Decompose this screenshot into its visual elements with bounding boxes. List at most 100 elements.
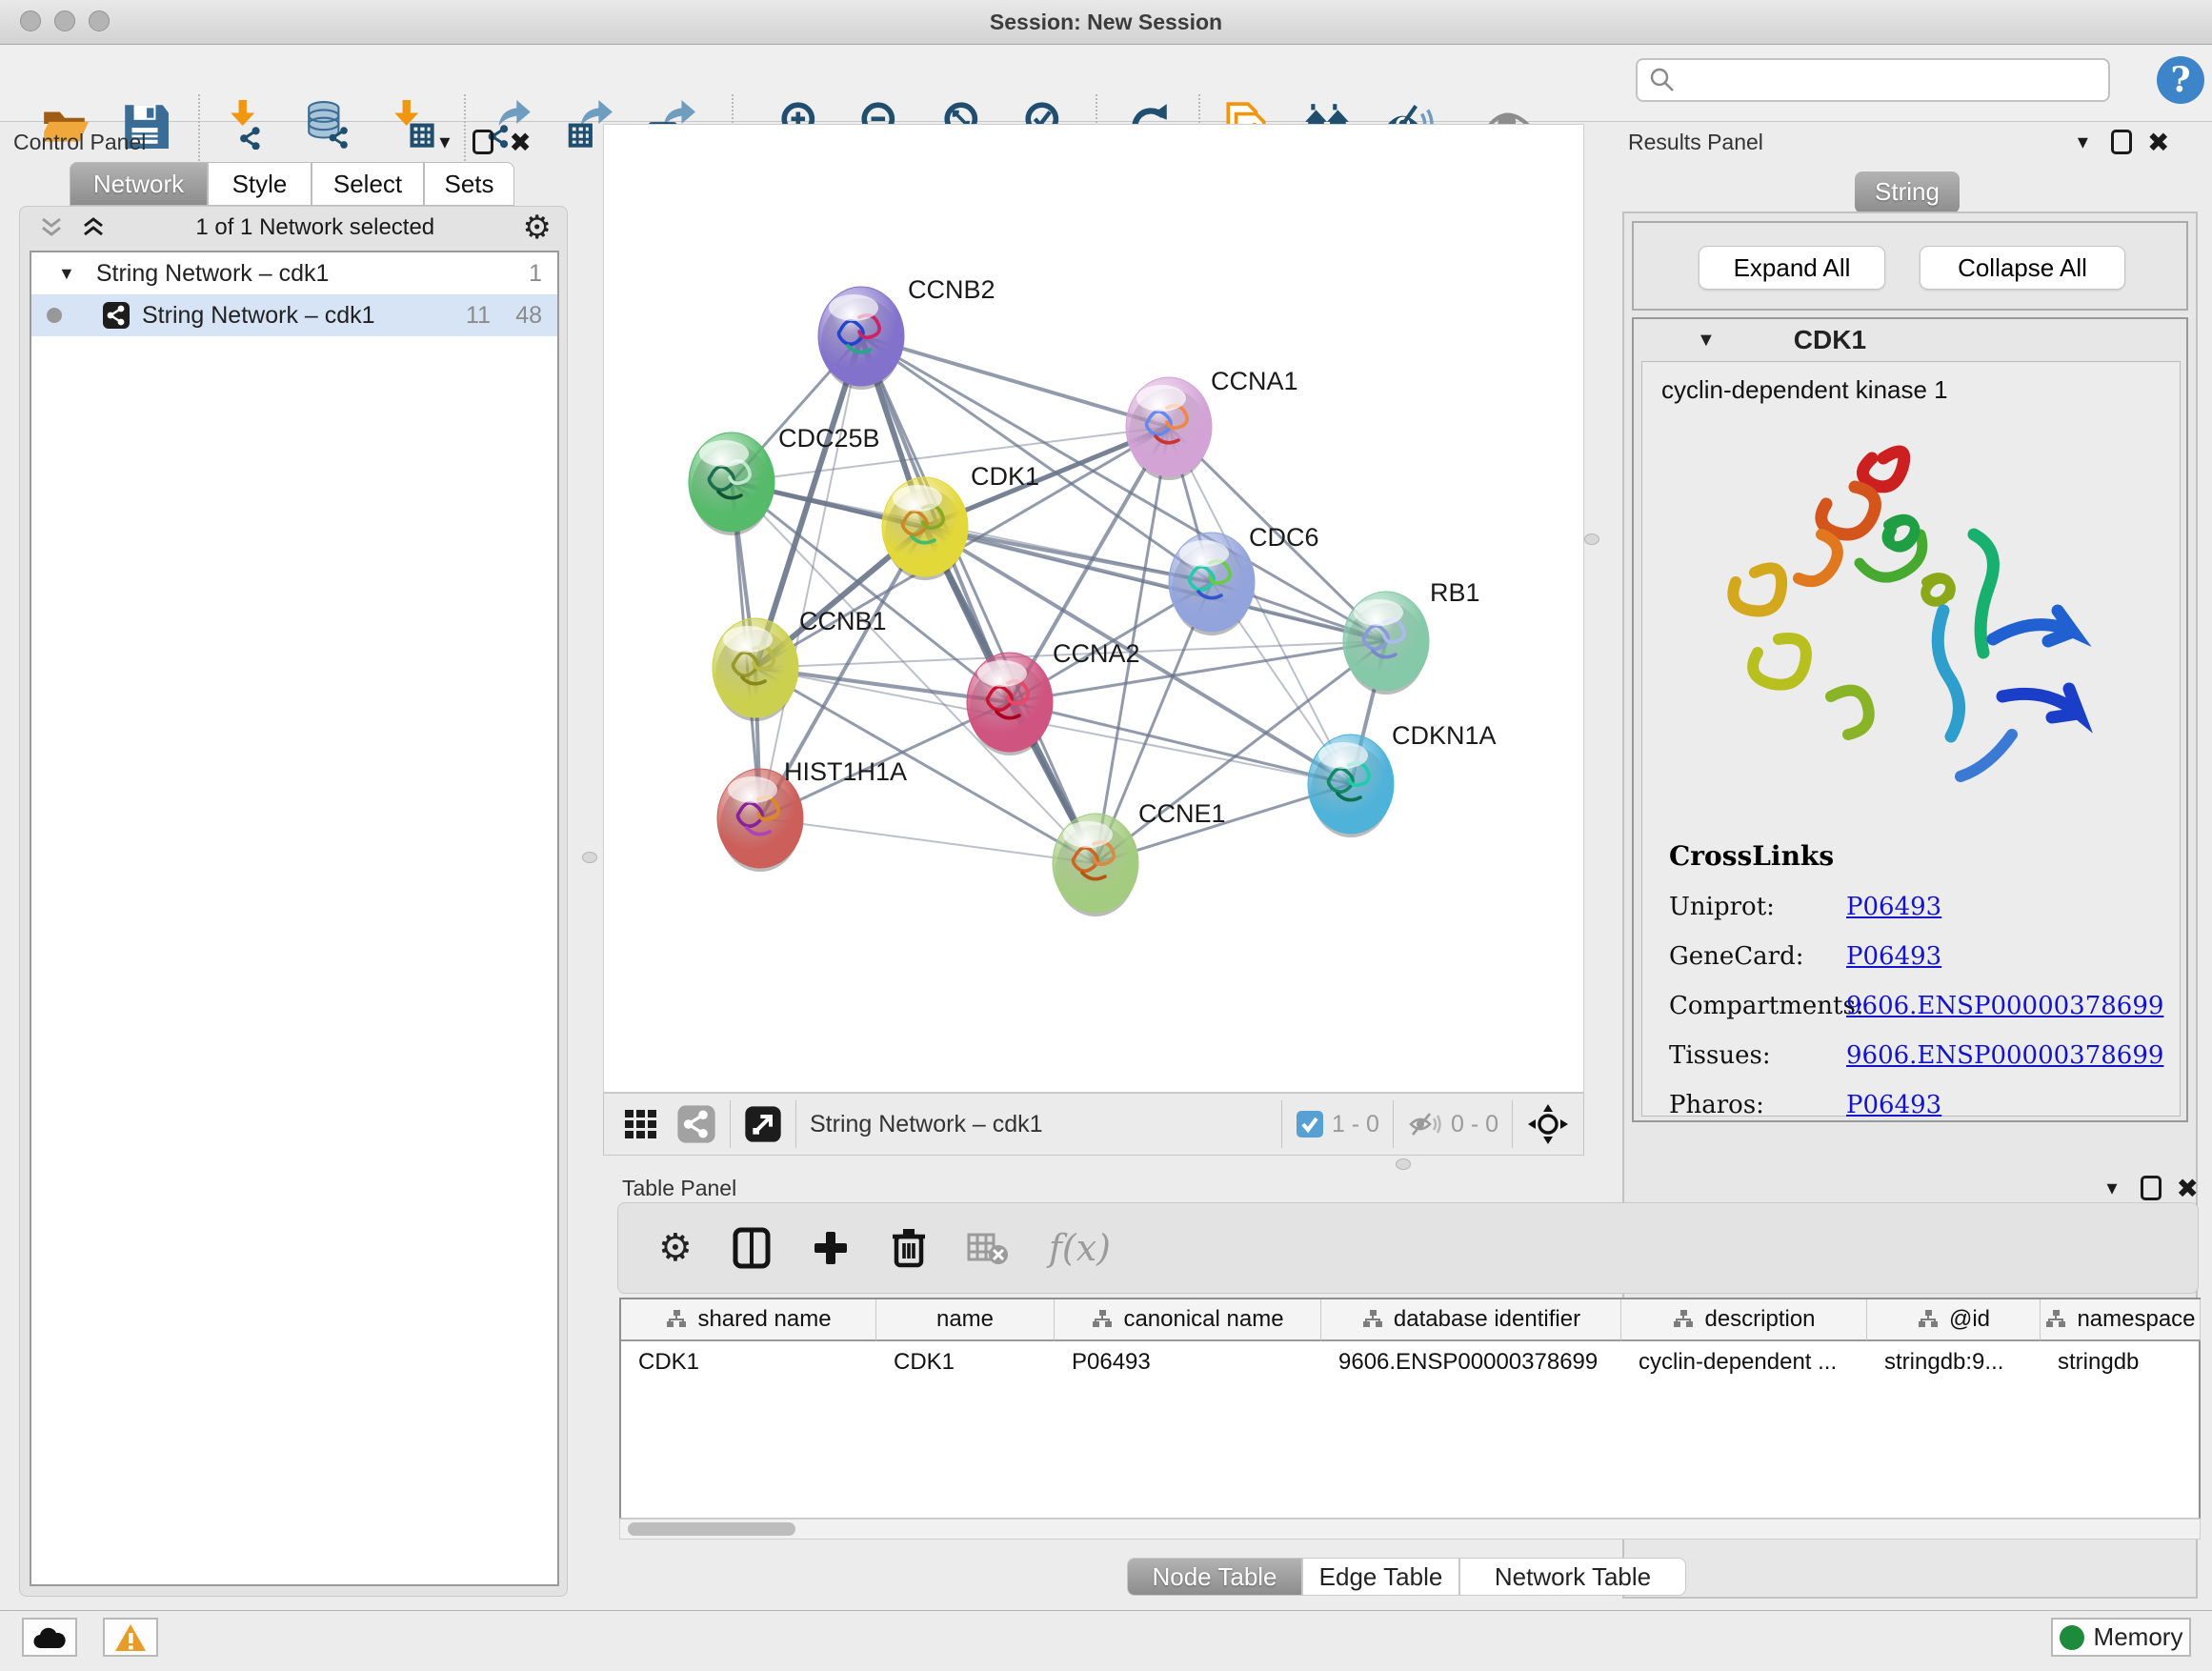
cloud-icon — [32, 1625, 67, 1650]
node-table[interactable]: shared nameCDK1nameCDK1canonical nameP06… — [619, 1298, 2201, 1519]
expand-all-icon[interactable] — [79, 215, 108, 240]
column-header-description[interactable]: description — [1621, 1299, 1867, 1341]
collapse-all-icon[interactable] — [37, 215, 66, 240]
results-panel-float-icon[interactable] — [2111, 130, 2132, 154]
crosslink-link[interactable]: P06493 — [1846, 893, 1941, 921]
table-panel-close-icon[interactable]: ✖ — [2177, 1173, 2199, 1204]
card-expander-icon[interactable]: ▼ — [1697, 330, 1716, 352]
crosslink-row: Tissues:9606.ENSP00000378699 — [1669, 1041, 2180, 1070]
node-HIST1H1A[interactable]: HIST1H1A — [717, 757, 907, 872]
table-cell[interactable]: stringdb — [2041, 1343, 2201, 1381]
tab-node-table[interactable]: Node Table — [1127, 1558, 1302, 1596]
node-label-CDC25B: CDC25B — [778, 424, 880, 453]
delete-column-icon[interactable] — [891, 1227, 927, 1269]
table-cell[interactable]: P06493 — [1055, 1343, 1321, 1381]
table-cell[interactable]: CDK1 — [876, 1343, 1055, 1381]
function-builder-icon[interactable]: f(x) — [1049, 1227, 1111, 1269]
results-panel-menu-icon[interactable]: ▾ — [2078, 130, 2088, 154]
table-panel-float-icon[interactable] — [2141, 1176, 2162, 1200]
protein-card-header[interactable]: ▼ CDK1 — [1634, 319, 2186, 361]
node-RB1[interactable]: RB1 — [1343, 578, 1480, 695]
memory-button[interactable]: Memory — [2051, 1618, 2191, 1657]
crosslink-row: Uniprot:P06493 — [1669, 893, 2180, 921]
search-box[interactable] — [1636, 58, 2110, 102]
tab-edge-table[interactable]: Edge Table — [1302, 1558, 1459, 1596]
search-input[interactable] — [1676, 67, 2095, 93]
node-CDC25B[interactable]: CDC25B — [689, 424, 880, 535]
tab-sets[interactable]: Sets — [424, 162, 514, 206]
table-cell[interactable]: 9606.ENSP00000378699 — [1321, 1343, 1621, 1381]
grid-view-icon[interactable] — [621, 1104, 661, 1144]
edge-HIST1H1A-CCNE1[interactable] — [760, 818, 1096, 863]
column-header-databaseidentifier[interactable]: database identifier — [1321, 1299, 1621, 1341]
table-cell[interactable]: CDK1 — [621, 1343, 876, 1381]
crosslink-link[interactable]: 9606.ENSP00000378699 — [1846, 992, 2163, 1020]
network-view-toolbar: String Network – cdk1 1 - 0 0 - 0 — [603, 1093, 1584, 1156]
detach-view-icon[interactable] — [744, 1105, 782, 1143]
edge-CCNB2-CCNA1[interactable] — [861, 336, 1169, 427]
divider — [1393, 1100, 1394, 1148]
control-panel-body: 1 of 1 Network selected ⚙ ▼ String Netwo… — [19, 206, 568, 1597]
cloud-button[interactable] — [22, 1618, 77, 1657]
network-options-gear-icon[interactable]: ⚙ — [523, 209, 552, 247]
crosslink-link[interactable]: 9606.ENSP00000378699 — [1846, 1041, 2163, 1070]
tab-network[interactable]: Network — [70, 162, 208, 206]
column-header-namespace[interactable]: namespace — [2041, 1299, 2201, 1341]
delete-table-icon[interactable] — [967, 1231, 1009, 1265]
edge-CCNB2-HIST1H1A[interactable] — [760, 336, 861, 818]
node-CCNE1[interactable]: CCNE1 — [1053, 799, 1226, 916]
control-panel-title: Control Panel — [13, 130, 146, 155]
node-label-CCNA1: CCNA1 — [1211, 367, 1298, 395]
tab-style[interactable]: Style — [208, 162, 312, 206]
tab-network-table[interactable]: Network Table — [1459, 1558, 1686, 1596]
maximize-window-button[interactable] — [89, 10, 110, 31]
help-button[interactable]: ? — [2157, 56, 2204, 104]
node-CCNA1[interactable]: CCNA1 — [1126, 367, 1298, 480]
search-icon — [1649, 67, 1676, 93]
network-collection-row[interactable]: ▼ String Network – cdk1 1 — [31, 252, 557, 294]
node-CDKN1A[interactable]: CDKN1A — [1308, 721, 1497, 837]
table-settings-gear-icon[interactable]: ⚙ — [658, 1226, 693, 1270]
column-header-id[interactable]: @id — [1867, 1299, 2041, 1341]
warnings-button[interactable] — [103, 1618, 158, 1657]
results-panel-close-icon[interactable]: ✖ — [2147, 127, 2169, 158]
control-panel-close-icon[interactable]: ✖ — [509, 127, 531, 158]
column-header-sharedname[interactable]: shared name — [621, 1299, 876, 1341]
left-splitter-grip[interactable] — [582, 852, 597, 863]
network-row[interactable]: String Network – cdk1 11 48 — [31, 294, 557, 336]
tab-select[interactable]: Select — [312, 162, 424, 206]
scrollbar-thumb[interactable] — [628, 1522, 795, 1536]
node-label-CCNB2: CCNB2 — [908, 275, 995, 304]
bottom-splitter-grip[interactable] — [1396, 1158, 1411, 1170]
hidden-eye-icon[interactable] — [1407, 1110, 1443, 1138]
network-node-count: 11 — [466, 302, 491, 330]
network-canvas[interactable]: CCNB2 CCNA1 CDC25B CDK1 CDC6 — [603, 124, 1584, 1093]
warning-icon — [114, 1623, 147, 1652]
table-panel-menu-icon[interactable]: ▾ — [2106, 1176, 2117, 1200]
add-column-icon[interactable] — [811, 1228, 851, 1268]
network-label: String Network – cdk1 — [142, 302, 375, 330]
birds-eye-view-icon[interactable] — [1526, 1102, 1570, 1146]
network-view-title: String Network – cdk1 — [810, 1111, 1043, 1138]
collection-expander-icon[interactable]: ▼ — [58, 264, 75, 284]
selected-checkbox-icon[interactable] — [1296, 1110, 1324, 1138]
minimize-window-button[interactable] — [54, 10, 75, 31]
table-horizontal-scrollbar[interactable] — [619, 1519, 2201, 1540]
close-window-button[interactable] — [20, 10, 41, 31]
control-panel-float-icon[interactable] — [473, 130, 493, 154]
expand-all-button[interactable]: Expand All — [1699, 246, 1885, 290]
table-cell[interactable]: stringdb:9... — [1867, 1343, 2041, 1381]
network-view-icon[interactable] — [676, 1104, 716, 1144]
table-cell[interactable]: cyclin-dependent ... — [1621, 1343, 1867, 1381]
crosslink-link[interactable]: P06493 — [1846, 942, 1941, 971]
column-header-name[interactable]: name — [876, 1299, 1055, 1341]
right-splitter-grip[interactable] — [1584, 534, 1599, 545]
edge-CCNA2-CDKN1A[interactable] — [1010, 702, 1351, 784]
crosslink-link[interactable]: P06493 — [1846, 1091, 1941, 1119]
collapse-all-button[interactable]: Collapse All — [1920, 246, 2125, 290]
column-header-canonicalname[interactable]: canonical name — [1055, 1299, 1321, 1341]
node-CCNB2[interactable]: CCNB2 — [818, 275, 995, 390]
tab-string[interactable]: String — [1855, 171, 1960, 213]
control-panel-menu-icon[interactable]: ▾ — [439, 130, 450, 154]
show-columns-icon[interactable] — [733, 1227, 771, 1269]
